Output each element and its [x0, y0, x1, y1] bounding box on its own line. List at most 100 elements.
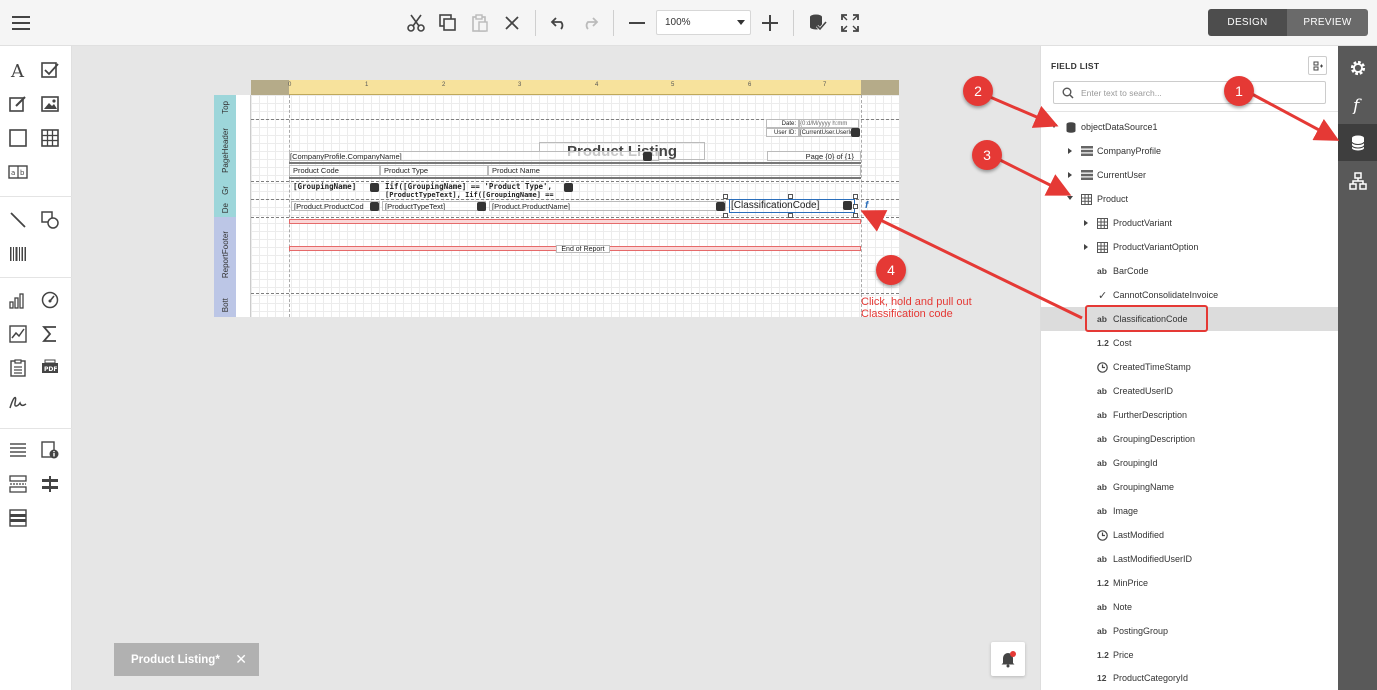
- panel-tool-icon[interactable]: [6, 126, 30, 150]
- page-number-field[interactable]: Page {0} of {1}: [767, 151, 861, 161]
- tree-item-lastmodifieduserid[interactable]: ab LastModifiedUserID: [1041, 547, 1339, 571]
- properties-tab[interactable]: [1338, 49, 1377, 86]
- paste-icon[interactable]: [468, 11, 492, 35]
- tree-item-groupingdescription[interactable]: ab GroupingDescription: [1041, 427, 1339, 451]
- tree-item-currentuser[interactable]: CurrentUser: [1041, 163, 1339, 187]
- preview-mode-button[interactable]: PREVIEW: [1287, 9, 1368, 36]
- col-header-product-type[interactable]: Product Type: [380, 165, 488, 176]
- page-break-tool-icon[interactable]: [6, 472, 30, 496]
- undo-icon[interactable]: [547, 11, 571, 35]
- resize-handle[interactable]: [723, 194, 728, 199]
- resize-handle[interactable]: [788, 213, 793, 218]
- col-header-product-code[interactable]: Product Code: [289, 165, 380, 176]
- company-name-field[interactable]: [CompanyProfile.CompanyName]: [289, 151, 659, 161]
- tree-item-barcode[interactable]: ab BarCode: [1041, 259, 1339, 283]
- resize-handle[interactable]: [853, 194, 858, 199]
- resize-handle[interactable]: [853, 204, 858, 209]
- date-label[interactable]: Date:: [766, 119, 799, 128]
- band-page-header[interactable]: PageHeader: [214, 119, 236, 181]
- character-comb-tool-icon[interactable]: ab: [6, 160, 30, 184]
- tree-item-cost[interactable]: 1.2 Cost: [1041, 331, 1339, 355]
- band-top-margin[interactable]: Top: [214, 95, 236, 119]
- rich-text-tool-icon[interactable]: [6, 92, 30, 116]
- tree-item-productcategoryid[interactable]: 12 ProductCategoryId: [1041, 666, 1339, 690]
- field-list-tab[interactable]: [1338, 124, 1377, 161]
- pdf-content-tool-icon[interactable]: PDF: [38, 356, 62, 380]
- tree-item-groupingname[interactable]: ab GroupingName: [1041, 475, 1339, 499]
- end-of-report-label[interactable]: End of Report: [556, 245, 610, 253]
- resize-handle[interactable]: [788, 194, 793, 199]
- picture-tool-icon[interactable]: [38, 92, 62, 116]
- signature-tool-icon[interactable]: [6, 390, 30, 414]
- field-search-input[interactable]: [1081, 85, 1316, 101]
- hamburger-menu-icon[interactable]: [9, 11, 33, 35]
- expand-arrow-icon[interactable]: [1068, 172, 1072, 178]
- expand-arrow-icon[interactable]: [1067, 196, 1073, 200]
- validate-bindings-icon[interactable]: [806, 11, 830, 35]
- document-tab[interactable]: Product Listing* ✕: [114, 643, 259, 676]
- notifications-button[interactable]: [991, 642, 1025, 676]
- redo-icon[interactable]: [578, 11, 602, 35]
- grouping-expression-field[interactable]: Iif([GroupingName] == 'Product Type',: [385, 182, 565, 191]
- expand-arrow-icon[interactable]: [1084, 244, 1088, 250]
- gauge-tool-icon[interactable]: [38, 288, 62, 312]
- tree-item-createduserid[interactable]: ab CreatedUserID: [1041, 379, 1339, 403]
- detail-product-type-field[interactable]: [ProductTypeText]: [382, 201, 486, 211]
- tree-item-lastmodified[interactable]: LastModified: [1041, 523, 1339, 547]
- add-calculated-field-button[interactable]: [1308, 56, 1327, 75]
- tree-item-product[interactable]: Product: [1041, 187, 1339, 211]
- delete-icon[interactable]: [500, 11, 524, 35]
- tree-item-price[interactable]: 1.2 Price: [1041, 643, 1339, 667]
- subreport-tool-icon[interactable]: [6, 438, 30, 462]
- tree-item-postinggroup[interactable]: ab PostingGroup: [1041, 619, 1339, 643]
- zoom-select[interactable]: 100%: [656, 10, 751, 35]
- expression-fx-icon[interactable]: f: [865, 201, 875, 213]
- line-tool-icon[interactable]: [6, 208, 30, 232]
- expand-arrow-icon[interactable]: [1084, 220, 1088, 226]
- tree-item-image[interactable]: ab Image: [1041, 499, 1339, 523]
- fullscreen-icon[interactable]: [838, 11, 862, 35]
- expand-arrow-icon[interactable]: [1051, 124, 1057, 128]
- userid-label[interactable]: User ID:: [766, 128, 799, 137]
- table-of-contents-tool-icon[interactable]: [6, 356, 30, 380]
- cut-icon[interactable]: [404, 11, 428, 35]
- label-tool-icon[interactable]: A: [6, 58, 30, 82]
- tree-item-furtherdescription[interactable]: ab FurtherDescription: [1041, 403, 1339, 427]
- detail-product-name-field[interactable]: [Product.ProductName]: [489, 201, 726, 211]
- barcode-tool-icon[interactable]: [6, 242, 30, 266]
- col-header-product-name[interactable]: Product Name: [488, 165, 861, 176]
- tree-item-createdtimestamp[interactable]: CreatedTimeStamp: [1041, 355, 1339, 379]
- zoom-out-icon[interactable]: [625, 11, 649, 35]
- design-mode-button[interactable]: DESIGN: [1208, 9, 1287, 36]
- band-detail[interactable]: De: [214, 199, 236, 217]
- chart-tool-icon[interactable]: [6, 288, 30, 312]
- tree-item-cannotconsolidateinvoice[interactable]: ✓ CannotConsolidateInvoice: [1041, 283, 1339, 307]
- classification-code-field[interactable]: [ClassificationCode]: [731, 200, 843, 212]
- tree-item-groupingid[interactable]: ab GroupingId: [1041, 451, 1339, 475]
- userid-field[interactable]: [CurrentUser.UserId]: [799, 128, 859, 137]
- tree-item-objectdatasource1[interactable]: objectDataSource1: [1041, 115, 1339, 139]
- tree-item-companyprofile[interactable]: CompanyProfile: [1041, 139, 1339, 163]
- band-bottom-margin[interactable]: Bott: [214, 293, 236, 317]
- band-group-header[interactable]: Gr: [214, 181, 236, 199]
- grouping-name-field[interactable]: [GroupingName]: [293, 182, 373, 192]
- page-info-tool-icon[interactable]: [38, 438, 62, 462]
- tree-item-productvariant[interactable]: ProductVariant: [1041, 211, 1339, 235]
- zoom-in-icon[interactable]: [758, 11, 782, 35]
- resize-handle[interactable]: [853, 213, 858, 218]
- close-icon[interactable]: ✕: [235, 651, 247, 668]
- summary-tool-icon[interactable]: [38, 322, 62, 346]
- field-search-box[interactable]: [1053, 81, 1326, 104]
- detail-product-code-field[interactable]: [Product.ProductCod: [291, 201, 380, 211]
- tree-item-productvariantoption[interactable]: ProductVariantOption: [1041, 235, 1339, 259]
- copy-icon[interactable]: [436, 11, 460, 35]
- resize-handle[interactable]: [723, 213, 728, 218]
- band-report-footer[interactable]: ReportFooter: [214, 217, 236, 293]
- expressions-tab[interactable]: f: [1338, 86, 1377, 123]
- date-field[interactable]: {0:d/M/yyyy h:mm: [799, 119, 859, 128]
- checkbox-tool-icon[interactable]: [38, 58, 62, 82]
- sparkline-tool-icon[interactable]: [6, 322, 30, 346]
- cross-band-line-tool-icon[interactable]: [38, 472, 62, 496]
- table-tool-icon[interactable]: [38, 126, 62, 150]
- cross-band-box-tool-icon[interactable]: [6, 506, 30, 530]
